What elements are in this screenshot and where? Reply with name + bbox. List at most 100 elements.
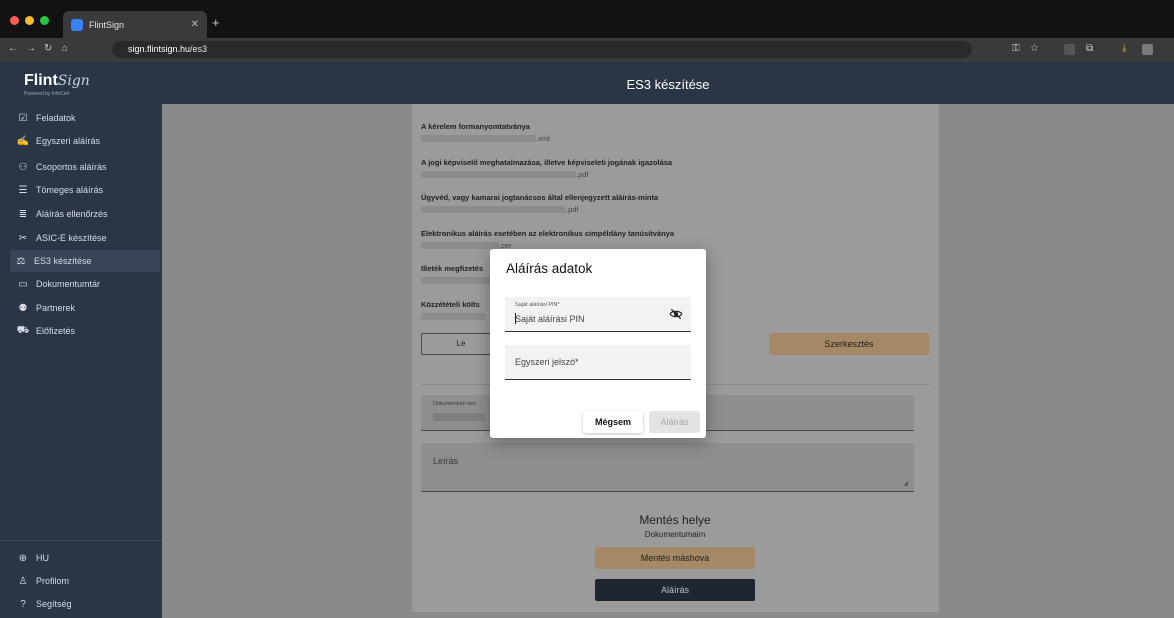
- close-window-button[interactable]: [10, 16, 19, 25]
- sidebar-item-label: Feladatok: [36, 113, 76, 123]
- doc-file-ext: .pdf: [576, 170, 589, 179]
- doc-file-redacted: [421, 206, 566, 213]
- app-logo[interactable]: FlintSign: [24, 72, 90, 90]
- sidebar-item-label: Előfizetés: [36, 326, 76, 336]
- doc-title: Ügyvéd, vagy kamarai jogtanácsos által e…: [421, 193, 659, 202]
- pin-field[interactable]: Saját aláírási PIN* Saját aláírási PIN: [505, 297, 691, 332]
- download-icon[interactable]: ⤓: [1122, 43, 1126, 54]
- folder-icon: ▭: [18, 278, 28, 290]
- sidebar-item-label: Segítség: [36, 599, 72, 609]
- partners-icon: ⚉: [18, 302, 28, 314]
- doc-file-redacted: [421, 277, 491, 284]
- user-icon: ♙: [18, 575, 28, 587]
- visibility-off-icon[interactable]: [669, 307, 683, 321]
- favicon-icon: [71, 18, 83, 31]
- logo-script-text: Sign: [57, 73, 90, 89]
- sidebar-item-alairas-ellenorzes[interactable]: ≣ Aláírás ellenőrzés: [12, 203, 162, 225]
- one-time-password-field[interactable]: Egyszeri jelszó*: [505, 345, 691, 380]
- cart-icon: ⛟: [16, 324, 30, 336]
- doc-title: Illeték megfizetés: [421, 264, 484, 273]
- sidebar-item-label: Csoportos aláírás: [36, 162, 107, 172]
- sidebar-item-label: ES3 készítése: [34, 256, 92, 266]
- doc-file-ext: .xml: [536, 134, 550, 143]
- browser-tab-bar: FlintSign ✕ +: [0, 0, 1174, 38]
- sidebar-item-elofizetes[interactable]: ⛟ Előfizetés: [12, 320, 162, 342]
- globe-icon: ⊕: [18, 552, 28, 564]
- page-title: ES3 készítése: [162, 62, 1174, 104]
- sidebar-item-asic-e[interactable]: ✂ ASIC-E készítése: [12, 227, 162, 249]
- sidebar-item-label: HU: [36, 553, 49, 563]
- extension-icon[interactable]: [1064, 44, 1075, 55]
- sidebar-item-label: Aláírás ellenőrzés: [36, 209, 108, 219]
- sidebar-item-profilom[interactable]: ♙ Profilom: [12, 570, 162, 592]
- tab-title: FlintSign: [89, 19, 125, 30]
- url-path: /es3: [190, 44, 208, 54]
- bookmark-star-icon[interactable]: ☆: [1030, 43, 1039, 54]
- doc-file-redacted: [421, 313, 485, 320]
- new-tab-icon[interactable]: +: [212, 15, 220, 30]
- document-name-redacted: [433, 413, 485, 421]
- logo-subtitle: Powered by InfoCert: [24, 91, 70, 97]
- doc-title: Elektronikus aláírás esetében az elektro…: [421, 229, 675, 238]
- sidebar-item-feladatok[interactable]: ☑ Feladatok: [12, 107, 162, 129]
- sidebar-item-egyszeri-alairas[interactable]: ✍ Egyszeri aláírás: [12, 130, 162, 152]
- sidebar-item-label: Egyszeri aláírás: [36, 136, 101, 146]
- cancel-button[interactable]: Mégsem: [583, 411, 643, 433]
- sidebar-item-label: Dokumentumtár: [36, 279, 101, 289]
- sidebar-item-dokumentumtar[interactable]: ▭ Dokumentumtár: [12, 273, 162, 295]
- save-elsewhere-button[interactable]: Mentés máshova: [595, 547, 755, 569]
- sign-button[interactable]: Aláírás: [595, 579, 755, 601]
- sidebar-item-label: Profilom: [36, 576, 70, 586]
- doc-title: A kérelem formanyomtatványa: [421, 122, 530, 131]
- reload-icon[interactable]: ↻: [44, 43, 52, 54]
- back-icon[interactable]: ←: [8, 43, 18, 54]
- sidebar: FlintSign Powered by InfoCert ☑ Feladatok…: [0, 62, 162, 618]
- dialog-sign-button[interactable]: Aláírás: [649, 411, 700, 433]
- sidebar-item-label: ASIC-E készítése: [36, 233, 107, 243]
- stamp-icon: ⚖: [16, 255, 26, 267]
- address-bar[interactable]: sign.flintsign.hu/es3: [112, 41, 972, 58]
- edit-button[interactable]: Szerkesztés: [769, 333, 929, 355]
- sidebar-language-hu[interactable]: ⊕ HU: [12, 547, 162, 569]
- group-icon: ⚇: [18, 161, 28, 173]
- sidebar-item-tomeges-alairas[interactable]: ☰ Tömeges aláírás: [12, 179, 162, 201]
- window-controls: [10, 16, 49, 25]
- verify-icon: ≣: [18, 208, 28, 220]
- download-button[interactable]: Le: [421, 333, 501, 355]
- signature-dialog: Aláírás adatok Saját aláírási PIN* Saját…: [490, 249, 706, 438]
- sidebar-divider: [0, 540, 162, 541]
- resize-handle-icon[interactable]: ◢: [903, 480, 908, 487]
- dialog-title: Aláírás adatok: [506, 261, 593, 276]
- browser-toolbar: ← → ↻ ⌂ sign.flintsign.hu/es3 ⚿ ☆ ⧉ ⤓: [0, 38, 1174, 62]
- close-tab-icon[interactable]: ✕: [191, 19, 199, 30]
- browser-tab[interactable]: FlintSign ✕: [63, 11, 207, 38]
- task-icon: ☑: [18, 112, 28, 124]
- doc-file-ext: .pdf: [566, 205, 579, 214]
- maximize-window-button[interactable]: [40, 16, 49, 25]
- profile-avatar[interactable]: [1142, 44, 1153, 55]
- doc-file-redacted: [421, 135, 536, 142]
- doc-file-redacted: [421, 171, 576, 178]
- description-field[interactable]: Leírás ◢: [421, 443, 914, 492]
- pin-label: Saját aláírási PIN*: [515, 302, 560, 308]
- sidebar-item-label: Tömeges aláírás: [36, 185, 104, 195]
- forward-icon[interactable]: →: [26, 43, 36, 54]
- minimize-window-button[interactable]: [25, 16, 34, 25]
- home-icon[interactable]: ⌂: [62, 43, 68, 54]
- puzzle-icon[interactable]: ⧉: [1086, 43, 1093, 54]
- list-check-icon: ☰: [18, 184, 28, 196]
- doc-file-redacted: [421, 242, 499, 249]
- url-domain: sign.flintsign.hu: [128, 44, 191, 54]
- sidebar-item-segitseg[interactable]: ? Segítség: [12, 593, 162, 615]
- doc-title: A jogi képviselő meghatalmazása, illetve…: [421, 158, 673, 167]
- sidebar-item-es3[interactable]: ⚖ ES3 készítése: [10, 250, 160, 272]
- logo-main-text: Flint: [24, 72, 58, 89]
- sidebar-item-label: Partnerek: [36, 303, 76, 313]
- signature-icon: ✍: [16, 135, 30, 147]
- help-icon: ?: [20, 598, 26, 610]
- pin-placeholder: Saját aláírási PIN: [515, 314, 585, 324]
- key-icon[interactable]: ⚿: [1012, 43, 1020, 54]
- sidebar-item-csoportos-alairas[interactable]: ⚇ Csoportos aláírás: [12, 156, 162, 178]
- sidebar-item-partnerek[interactable]: ⚉ Partnerek: [12, 297, 162, 319]
- otp-placeholder: Egyszeri jelszó*: [515, 357, 579, 367]
